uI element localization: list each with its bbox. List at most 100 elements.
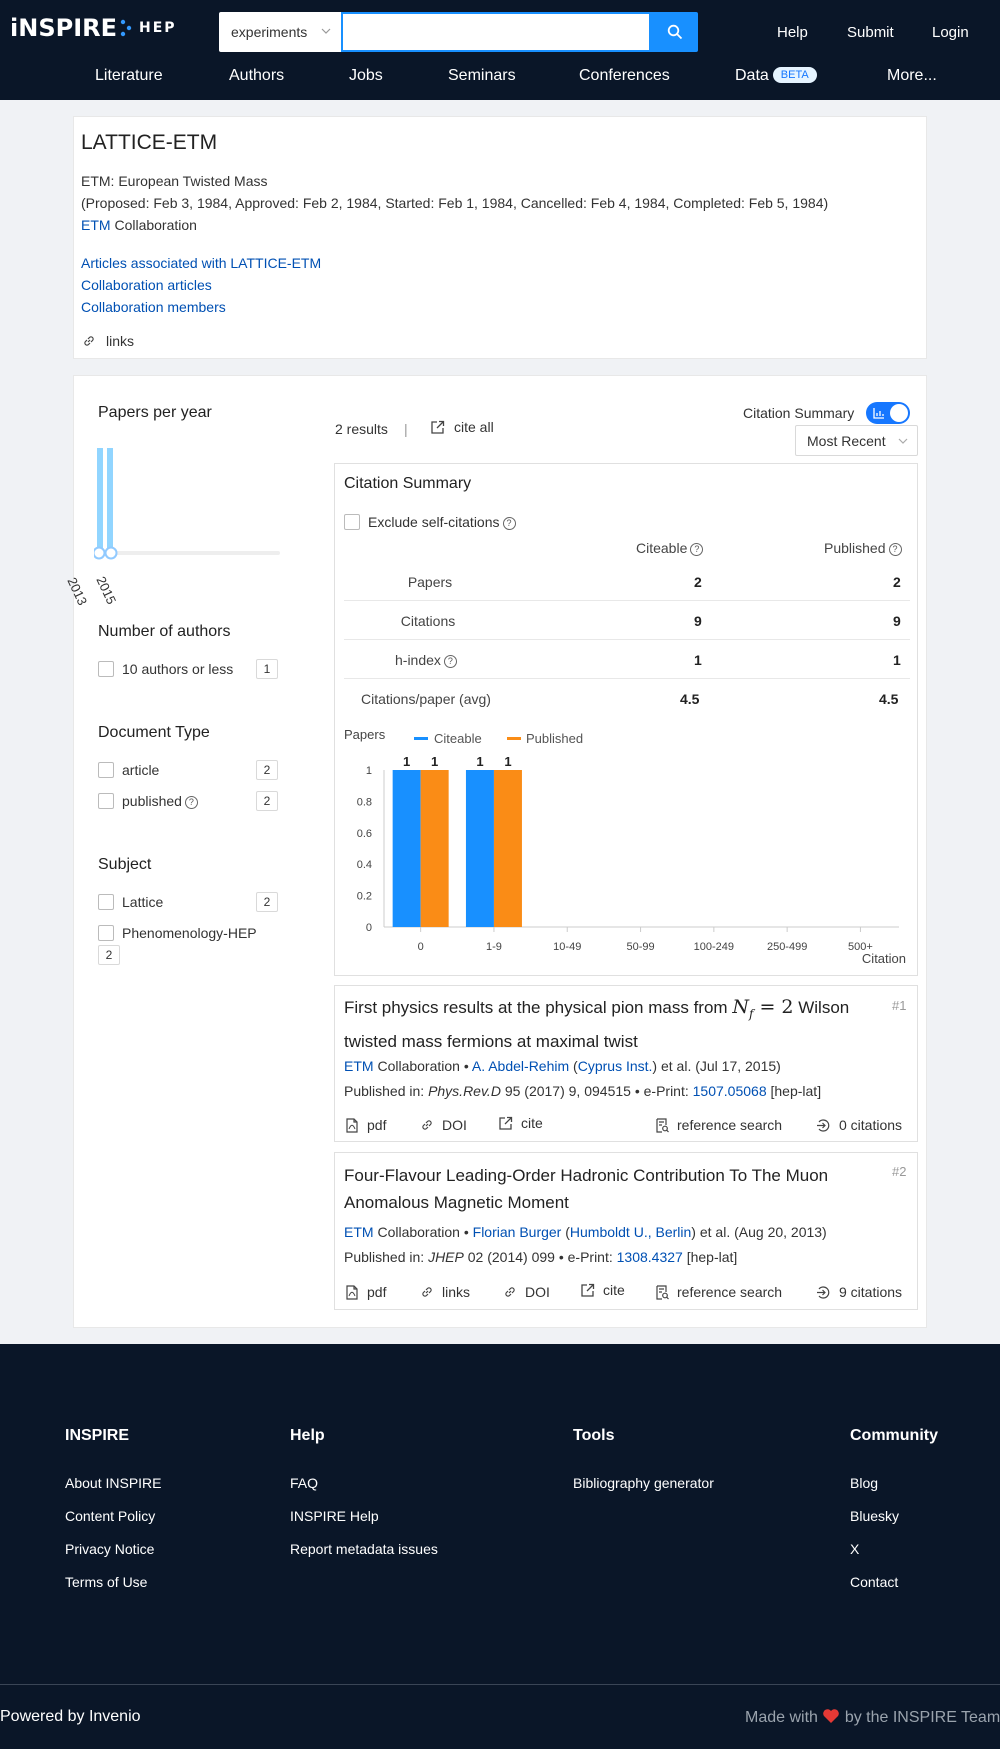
powered-by[interactable]: Powered by Invenio <box>0 1708 141 1726</box>
year-range-handle-end[interactable] <box>104 546 118 560</box>
pdf-button[interactable]: pdf <box>345 1284 386 1300</box>
authors-option-label: 10 authors or less <box>122 661 234 677</box>
doctype-published-checkbox[interactable] <box>98 793 114 809</box>
col-published-header: Published? <box>824 540 902 556</box>
collaboration-link[interactable]: ETM <box>344 1058 374 1074</box>
legend-citeable[interactable]: Citeable <box>434 731 482 746</box>
collaboration-articles-link[interactable]: Collaboration articles <box>81 277 212 293</box>
nav-data[interactable]: Data BETA <box>735 67 817 85</box>
search-input[interactable] <box>341 12 651 52</box>
math-n: N <box>732 996 749 1018</box>
articles-associated-link[interactable]: Articles associated with LATTICE-ETM <box>81 255 321 271</box>
help-circle-icon[interactable]: ? <box>502 517 516 530</box>
year-bar[interactable] <box>107 448 113 548</box>
papers-per-year-title: Papers per year <box>98 404 212 421</box>
footer-link[interactable]: Content Policy <box>65 1508 155 1524</box>
footer-link[interactable]: Blog <box>850 1475 878 1491</box>
author-link[interactable]: A. Abdel-Rehim <box>472 1058 569 1074</box>
subject-lattice-label: Lattice <box>122 894 164 910</box>
cite-label: cite <box>603 1282 625 1298</box>
help-circle-icon[interactable]: ? <box>888 543 902 556</box>
made-with-part: by the INSPIRE Team <box>844 1709 1000 1726</box>
year-bar[interactable] <box>97 448 103 548</box>
bullet: • <box>463 1058 469 1074</box>
result-title[interactable]: Four-Flavour Leading-Order Hadronic Cont… <box>344 1162 884 1216</box>
summary-value-citeable: 4.5 <box>680 691 700 707</box>
year-range-handle-start[interactable] <box>94 546 106 560</box>
footer-link[interactable]: About INSPIRE <box>65 1475 162 1491</box>
doctype-article-checkbox[interactable] <box>98 762 114 778</box>
affiliation-link[interactable]: Cyprus Inst. <box>578 1058 653 1074</box>
experiment-long-name: ETM: European Twisted Mass <box>81 173 268 189</box>
bar-published[interactable] <box>420 770 449 927</box>
cite-all-button[interactable]: cite all <box>430 419 494 435</box>
submit-link[interactable]: Submit <box>847 24 894 41</box>
footer-link[interactable]: Report metadata issues <box>290 1541 438 1557</box>
sort-select[interactable]: Most Recent <box>795 425 918 456</box>
footer-link[interactable]: Bibliography generator <box>573 1475 714 1491</box>
pdf-button[interactable]: pdf <box>345 1117 386 1133</box>
nav-authors[interactable]: Authors <box>229 67 284 85</box>
nav-more[interactable]: More... <box>887 67 937 85</box>
help-circle-icon[interactable]: ? <box>184 796 198 809</box>
citations-link[interactable]: 9 citations <box>816 1284 902 1300</box>
x-tick-label: 250-499 <box>767 941 807 953</box>
exclude-self-citations-checkbox[interactable] <box>344 514 360 530</box>
doi-label: DOI <box>525 1284 550 1300</box>
cite-button[interactable]: cite <box>498 1115 543 1131</box>
collaboration-link[interactable]: ETM <box>81 217 111 233</box>
reference-search-button[interactable]: reference search <box>655 1284 782 1300</box>
footer-link[interactable]: Contact <box>850 1574 898 1590</box>
cite-button[interactable]: cite <box>580 1282 625 1298</box>
links-toggle[interactable]: links <box>82 333 134 349</box>
login-arrow-icon <box>817 1285 830 1299</box>
result-publication-info: Published in: Phys.Rev.D 95 (2017) 9, 09… <box>344 1083 821 1099</box>
doi-button[interactable]: DOI <box>420 1117 467 1133</box>
reference-search-button[interactable]: reference search <box>655 1117 782 1133</box>
footer-link[interactable]: Terms of Use <box>65 1574 147 1590</box>
eprint-link[interactable]: 1507.05068 <box>693 1083 767 1099</box>
footer-link[interactable]: INSPIRE Help <box>290 1508 379 1524</box>
subject-phenomenology-checkbox[interactable] <box>98 925 114 941</box>
footer-link[interactable]: FAQ <box>290 1475 318 1491</box>
collaboration-link[interactable]: ETM <box>344 1224 374 1240</box>
nav-jobs[interactable]: Jobs <box>349 67 383 85</box>
help-circle-icon[interactable]: ? <box>690 543 704 556</box>
author-link[interactable]: Florian Burger <box>473 1224 562 1240</box>
col-citeable-text: Citeable <box>636 540 688 556</box>
result-title[interactable]: First physics results at the physical pi… <box>344 994 884 1055</box>
nav-conferences[interactable]: Conferences <box>579 67 670 85</box>
search-scope-select[interactable]: experiments <box>219 12 341 52</box>
beta-badge: BETA <box>772 67 817 83</box>
links-button[interactable]: links <box>420 1284 470 1300</box>
inspire-logo[interactable]: iNSPIRE HEP <box>10 14 177 42</box>
pub-details: 95 (2017) 9, 094515 <box>504 1083 631 1099</box>
bar-citeable[interactable] <box>392 770 421 927</box>
footer-link[interactable]: Privacy Notice <box>65 1541 154 1557</box>
login-link[interactable]: Login <box>932 24 969 41</box>
authors-10-or-less-checkbox[interactable] <box>98 661 114 677</box>
bar-published[interactable] <box>493 770 522 927</box>
citations-link[interactable]: 0 citations <box>816 1117 902 1133</box>
search-button[interactable] <box>651 12 698 52</box>
export-icon <box>581 1283 595 1297</box>
subject-title: Subject <box>98 856 152 873</box>
legend-published[interactable]: Published <box>526 731 583 746</box>
affiliation-link[interactable]: Humboldt U., Berlin <box>570 1224 691 1240</box>
subject-lattice-checkbox[interactable] <box>98 894 114 910</box>
citation-summary-toggle[interactable] <box>866 402 910 424</box>
footer-link[interactable]: Bluesky <box>850 1508 899 1524</box>
pub-prefix: Published in: <box>344 1249 425 1265</box>
row-divider <box>344 639 910 640</box>
footer-col-title: Community <box>850 1427 938 1444</box>
doi-button[interactable]: DOI <box>503 1284 550 1300</box>
nav-seminars[interactable]: Seminars <box>448 67 516 85</box>
footer-link[interactable]: X <box>850 1541 859 1557</box>
eprint-link[interactable]: 1308.4327 <box>617 1249 683 1265</box>
help-link[interactable]: Help <box>777 24 808 41</box>
nav-literature[interactable]: Literature <box>95 67 163 85</box>
collaboration-members-link[interactable]: Collaboration members <box>81 299 226 315</box>
bar-citeable[interactable] <box>465 770 494 927</box>
bullet: • <box>634 1083 640 1099</box>
help-circle-icon[interactable]: ? <box>443 655 457 668</box>
